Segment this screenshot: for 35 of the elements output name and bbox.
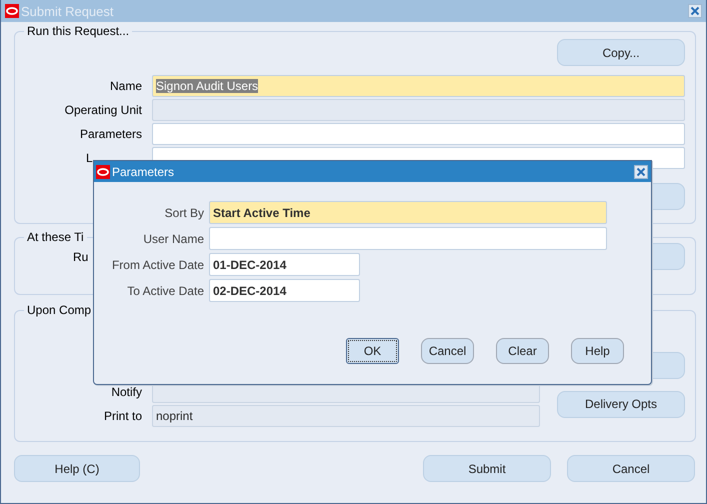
field-label: Ru [72,250,88,264]
input-field[interactable]: 01-DEC-2014 [209,253,360,276]
field-label: Sort By [164,206,204,220]
input-field[interactable]: Signon Audit Users [152,75,685,97]
dialog-button[interactable]: Clear [496,338,549,364]
field-label: User Name [142,232,204,246]
input-field[interactable]: Start Active Time [209,201,607,224]
logo-icon [5,4,19,18]
field-label: Notify [110,385,142,399]
action-button[interactable]: Help (C) [14,455,140,482]
input-field[interactable] [152,123,685,145]
dialog-button[interactable]: Cancel [421,338,474,364]
close-icon[interactable] [688,4,702,18]
logo-icon [96,164,110,178]
dialog-button[interactable]: OK [346,338,399,364]
group-title: Run this Request... [26,24,130,38]
field-label: Parameters [78,127,142,141]
dialog-title: Parameters [112,164,176,178]
dialog-button[interactable]: Help [571,338,624,364]
group-title: Upon Comp [26,303,92,317]
action-button[interactable]: Submit [423,455,551,482]
close-icon[interactable] [634,164,648,178]
field-label: Name [108,79,142,93]
field-label: To Active Date [126,284,204,298]
field-label: From Active Date [110,258,204,272]
field-label: Operating Unit [64,103,142,117]
field-label: L [85,151,94,165]
field-label: Print to [102,409,142,423]
copy-button[interactable]: Copy... [557,39,685,66]
action-button[interactable]: Cancel [567,455,695,482]
group-title: At these Ti [26,230,85,244]
input-field[interactable] [209,227,607,250]
delivery-opts-button[interactable]: Delivery Opts [557,390,685,418]
input-field[interactable]: 02-DEC-2014 [209,279,360,302]
window-title: Submit Request [21,4,114,18]
